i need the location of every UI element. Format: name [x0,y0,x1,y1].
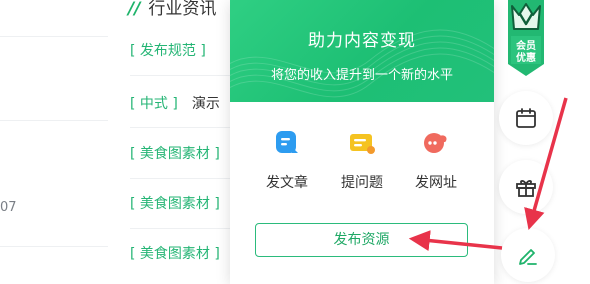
section-title: 行业资讯 [148,0,217,19]
publish-resource-button[interactable]: 发布资源 [255,223,468,257]
divider [0,36,108,37]
publish-popup: 助力内容变现 将您的收入提升到一个新的水平 发文章 提问题 发网址 发布资源 [230,0,494,284]
news-tag[interactable]: [ 美食图素材 ] [130,146,220,162]
news-tag[interactable]: [ 美食图素材 ] [130,246,220,262]
vip-line[interactable]: 会员 [509,41,543,53]
left-panel: 07 [0,0,109,284]
gift-button[interactable] [499,160,553,214]
vip-badge-text[interactable]: 会员 优惠 [509,41,543,65]
news-row[interactable]: [ 发布规范 ] [130,40,220,60]
gift-icon[interactable] [514,175,538,199]
news-tag[interactable]: [ 发布规范 ] [130,43,206,59]
calendar-button[interactable] [499,91,553,145]
divider [0,246,108,247]
question-icon[interactable] [347,128,377,158]
row-divider [130,127,240,128]
pencil-icon[interactable] [516,243,540,267]
calendar-icon[interactable] [514,106,538,130]
popup-header: 助力内容变现 将您的收入提升到一个新的水平 [230,0,494,102]
action-label[interactable]: 发文章 [252,172,322,192]
news-row[interactable]: [ 美食图素材 ] [130,193,234,213]
row-divider [130,178,240,179]
action-post-link[interactable]: 发网址 [401,128,471,192]
heading-mark: // [128,0,141,19]
row-divider [130,75,240,76]
news-row[interactable]: [ 美食图素材 ] [130,143,234,163]
action-write-article[interactable]: 发文章 [252,128,322,192]
section-heading: // 行业资讯 [128,0,216,19]
popup-subtitle: 将您的收入提升到一个新的水平 [270,68,453,83]
header-wave-pattern [230,29,494,98]
news-tag[interactable]: [ 美食图素材 ] [130,196,220,212]
article-icon[interactable] [272,128,302,158]
action-label[interactable]: 发网址 [401,172,471,192]
action-ask-question[interactable]: 提问题 [327,128,397,192]
news-row[interactable]: [ 美食图素材 ] [130,243,234,263]
publish-pencil-button[interactable] [501,228,555,282]
divider [0,120,108,121]
date-fragment: 07 [0,200,17,215]
action-label[interactable]: 提问题 [327,172,397,192]
vip-badge-icon[interactable] [505,0,547,78]
news-tag[interactable]: [ 中式 ] [130,96,178,112]
row-divider [130,228,240,229]
news-title[interactable]: 演示 [192,96,220,112]
link-icon[interactable] [421,128,451,158]
vip-line[interactable]: 优惠 [509,53,543,65]
popup-title: 助力内容变现 [308,31,416,51]
news-row[interactable]: [ 中式 ] 演示 [130,93,220,113]
